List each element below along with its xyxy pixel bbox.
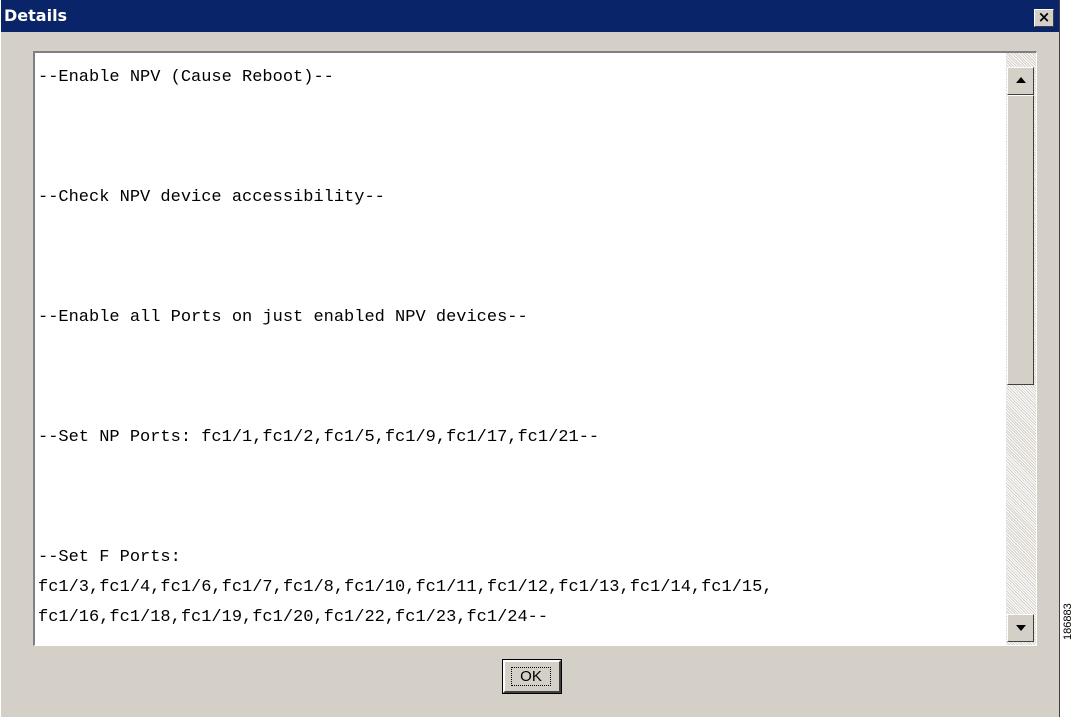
text-line (38, 453, 1000, 483)
text-line: --Enable NPV (Cause Reboot)-- (38, 68, 334, 87)
scroll-up-button[interactable] (1007, 67, 1034, 95)
text-line (38, 513, 1000, 543)
scroll-thumb[interactable] (1007, 95, 1034, 385)
ok-button-label: OK (511, 667, 551, 686)
text-line (38, 483, 1000, 513)
text-line (38, 333, 1000, 363)
details-dialog: Details × --Enable NPV (Cause Reboot)-- -… (0, 0, 1060, 717)
arrow-down-icon (1016, 625, 1026, 631)
text-line: --Set NP Ports: fc1/1,fc1/2,fc1/5,fc1/9,… (38, 428, 600, 447)
title-bar[interactable]: Details × (1, 0, 1059, 32)
text-line: --Set F Ports: (38, 548, 181, 567)
text-line (38, 363, 1000, 393)
details-text-area[interactable]: --Enable NPV (Cause Reboot)-- --Check NPV… (33, 51, 1037, 646)
vertical-scrollbar[interactable] (1006, 53, 1036, 645)
text-line: fc1/3,fc1/4,fc1/6,fc1/7,fc1/8,fc1/10,fc1… (38, 578, 773, 597)
text-line (38, 123, 1000, 153)
text-line (38, 93, 1000, 123)
close-button[interactable]: × (1034, 9, 1054, 27)
details-text: --Enable NPV (Cause Reboot)-- --Check NPV… (38, 63, 1000, 641)
text-line: --Check NPV device accessibility-- (38, 188, 385, 207)
text-line (38, 393, 1000, 423)
text-line (38, 213, 1000, 243)
text-line: --Enable all Ports on just enabled NPV d… (38, 308, 528, 327)
text-line (38, 243, 1000, 273)
text-line: fc1/16,fc1/18,fc1/19,fc1/20,fc1/22,fc1/2… (38, 608, 549, 627)
arrow-up-icon (1016, 77, 1026, 83)
dialog-title: Details (4, 6, 68, 25)
close-icon: × (1037, 8, 1051, 26)
text-line (38, 273, 1000, 303)
figure-id: 186883 (1062, 603, 1074, 640)
text-line (38, 153, 1000, 183)
scroll-down-button[interactable] (1007, 614, 1034, 642)
ok-button[interactable]: OK (502, 659, 562, 694)
